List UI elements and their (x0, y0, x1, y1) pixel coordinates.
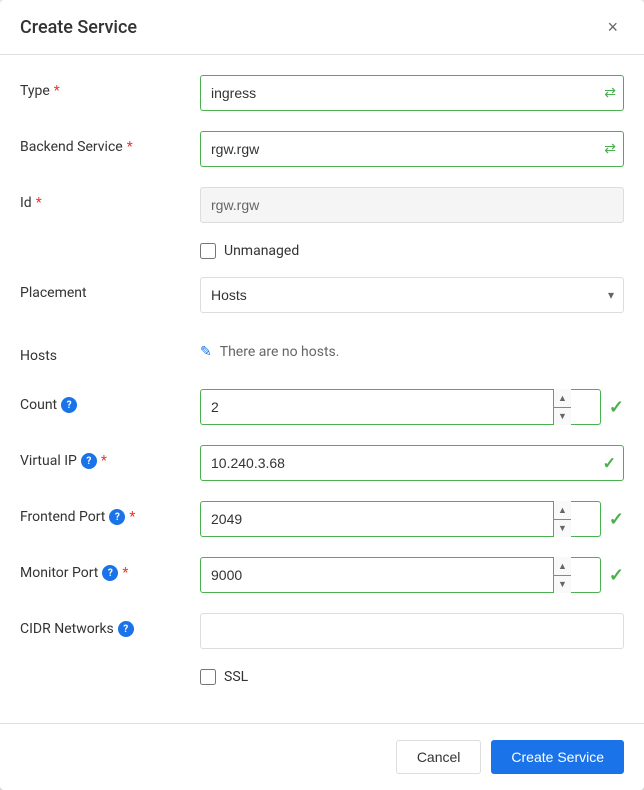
cidr-networks-help-icon[interactable]: ? (118, 621, 134, 637)
monitor-port-down-button[interactable]: ▼ (554, 576, 571, 594)
id-input-wrap (200, 187, 624, 223)
type-swap-icon: ⇄ (604, 85, 616, 101)
type-label: Type * (20, 75, 200, 99)
id-required: * (36, 195, 42, 211)
dialog-footer: Cancel Create Service (0, 723, 644, 790)
count-label: Count ? (20, 389, 200, 413)
type-required: * (54, 83, 60, 99)
cidr-networks-input-wrap (200, 613, 624, 649)
frontend-port-up-button[interactable]: ▲ (554, 501, 571, 520)
placement-label: Placement (20, 277, 200, 301)
count-control: ▲ ▼ ✓ (200, 389, 624, 425)
monitor-port-required: * (122, 565, 128, 581)
frontend-port-required: * (129, 509, 135, 525)
monitor-port-control: ▲ ▼ ✓ (200, 557, 624, 593)
count-help-icon[interactable]: ? (61, 397, 77, 413)
id-input (200, 187, 624, 223)
virtual-ip-row: Virtual IP ? * ✓ (20, 445, 624, 483)
dialog-header: Create Service × (0, 0, 644, 55)
unmanaged-row: Unmanaged (20, 243, 624, 259)
frontend-port-spinners: ▲ ▼ (553, 501, 571, 537)
count-spinners: ▲ ▼ (553, 389, 571, 425)
virtual-ip-input[interactable] (200, 445, 624, 481)
hosts-label: Hosts (20, 340, 200, 364)
count-input[interactable] (200, 389, 601, 425)
type-row: Type * ⇄ (20, 75, 624, 113)
create-service-button[interactable]: Create Service (491, 740, 624, 774)
close-button[interactable]: × (601, 16, 624, 38)
count-check-icon: ✓ (609, 397, 624, 418)
cidr-networks-input[interactable] (200, 613, 624, 649)
virtual-ip-input-wrap: ✓ (200, 445, 624, 481)
count-down-button[interactable]: ▼ (554, 408, 571, 426)
count-up-button[interactable]: ▲ (554, 389, 571, 408)
monitor-port-label: Monitor Port ? * (20, 557, 200, 581)
count-spinner-wrap: ▲ ▼ (200, 389, 601, 425)
cidr-networks-row: CIDR Networks ? (20, 613, 624, 651)
monitor-port-row: Monitor Port ? * ▲ ▼ ✓ (20, 557, 624, 595)
frontend-port-help-icon[interactable]: ? (109, 509, 125, 525)
monitor-port-input[interactable] (200, 557, 601, 593)
hosts-placeholder: There are no hosts. (220, 344, 340, 360)
virtual-ip-required: * (101, 453, 107, 469)
backend-service-row: Backend Service * ⇄ (20, 131, 624, 169)
backend-service-label: Backend Service * (20, 131, 200, 155)
frontend-port-check-icon: ✓ (609, 509, 624, 530)
frontend-port-row: Frontend Port ? * ▲ ▼ ✓ (20, 501, 624, 539)
virtual-ip-control: ✓ (200, 445, 624, 481)
frontend-port-input[interactable] (200, 501, 601, 537)
hosts-content: ✎ There are no hosts. (200, 344, 624, 360)
unmanaged-label[interactable]: Unmanaged (224, 243, 299, 259)
backend-service-control: ⇄ (200, 131, 624, 167)
frontend-port-down-button[interactable]: ▼ (554, 520, 571, 538)
dialog-body: Type * ⇄ Backend Service * ⇄ (0, 55, 644, 723)
id-label: Id * (20, 187, 200, 211)
placement-row: Placement Hosts Label Count ▾ (20, 277, 624, 315)
monitor-port-help-icon[interactable]: ? (102, 565, 118, 581)
placement-select-wrap: Hosts Label Count ▾ (200, 277, 624, 313)
monitor-port-spinner-wrap: ▲ ▼ (200, 557, 601, 593)
placement-control: Hosts Label Count ▾ (200, 277, 624, 313)
virtual-ip-label: Virtual IP ? * (20, 445, 200, 469)
ssl-row: SSL (20, 669, 624, 685)
frontend-port-label: Frontend Port ? * (20, 501, 200, 525)
unmanaged-checkbox[interactable] (200, 243, 216, 259)
backend-service-required: * (127, 139, 133, 155)
count-row: Count ? ▲ ▼ ✓ (20, 389, 624, 427)
backend-service-swap-icon: ⇄ (604, 141, 616, 157)
ssl-checkbox[interactable] (200, 669, 216, 685)
create-service-dialog: Create Service × Type * ⇄ Backend Servic… (0, 0, 644, 790)
dialog-title: Create Service (20, 17, 137, 38)
frontend-port-spinner-wrap: ▲ ▼ (200, 501, 601, 537)
type-input[interactable] (200, 75, 624, 111)
virtual-ip-help-icon[interactable]: ? (81, 453, 97, 469)
hosts-edit-icon[interactable]: ✎ (200, 344, 212, 360)
hosts-row: Hosts ✎ There are no hosts. (20, 333, 624, 371)
id-control (200, 187, 624, 223)
id-row: Id * (20, 187, 624, 225)
cidr-networks-label: CIDR Networks ? (20, 613, 200, 637)
cidr-networks-control (200, 613, 624, 649)
cancel-button[interactable]: Cancel (396, 740, 482, 774)
virtual-ip-check-icon: ✓ (603, 454, 616, 473)
type-control: ⇄ (200, 75, 624, 111)
type-input-wrap: ⇄ (200, 75, 624, 111)
monitor-port-up-button[interactable]: ▲ (554, 557, 571, 576)
placement-select[interactable]: Hosts Label Count (200, 277, 624, 313)
frontend-port-control: ▲ ▼ ✓ (200, 501, 624, 537)
ssl-label[interactable]: SSL (224, 669, 248, 685)
monitor-port-spinners: ▲ ▼ (553, 557, 571, 593)
backend-service-input[interactable] (200, 131, 624, 167)
backend-service-input-wrap: ⇄ (200, 131, 624, 167)
monitor-port-check-icon: ✓ (609, 565, 624, 586)
